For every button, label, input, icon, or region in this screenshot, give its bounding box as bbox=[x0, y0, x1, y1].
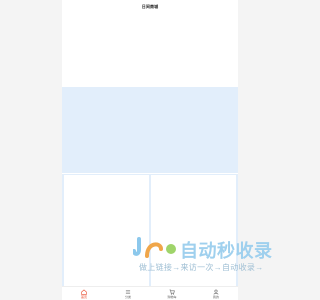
tab-home[interactable]: 首页 bbox=[62, 287, 106, 300]
tab-cart[interactable]: 购物车 bbox=[150, 287, 194, 300]
tab-cart-label: 购物车 bbox=[167, 295, 177, 299]
tab-category[interactable]: 分类 bbox=[106, 287, 150, 300]
app-header: 日间商城 bbox=[62, 0, 238, 14]
tab-category-label: 分类 bbox=[124, 295, 131, 299]
mobile-page: 日间商城 首页 分类 购物车 我的 bbox=[62, 0, 238, 300]
page-title: 日间商城 bbox=[141, 4, 159, 9]
banner-area[interactable] bbox=[62, 87, 238, 173]
tab-profile[interactable]: 我的 bbox=[194, 287, 238, 300]
tab-home-label: 首页 bbox=[80, 295, 87, 299]
promo-tiles bbox=[62, 174, 238, 286]
tab-profile-label: 我的 bbox=[212, 295, 219, 299]
bottom-tab-bar: 首页 分类 购物车 我的 bbox=[62, 286, 238, 300]
promo-tile-right[interactable] bbox=[151, 175, 236, 286]
promo-tile-left[interactable] bbox=[64, 175, 149, 286]
